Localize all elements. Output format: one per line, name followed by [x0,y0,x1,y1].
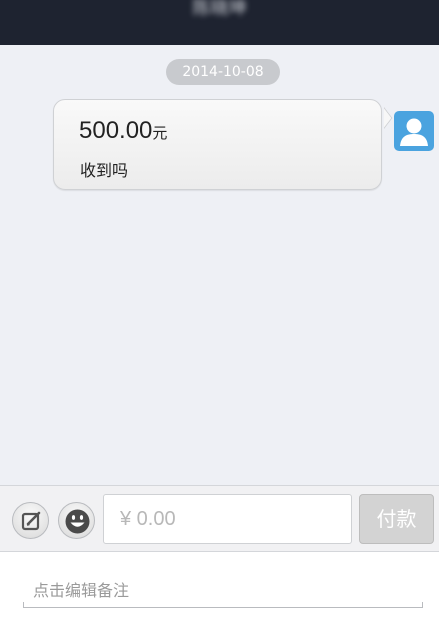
payment-input-bar: ¥ 0.00 付款 [0,485,439,552]
smiley-icon [65,509,90,534]
currency-unit: 元 [152,124,168,142]
payment-amount: 500.00 [79,117,153,144]
remark-area: 点击编辑备注 [0,552,439,624]
contact-name-title: 陈晓坤 [192,0,247,19]
edit-button[interactable] [12,502,49,539]
date-divider: 2014-10-08 [166,59,280,85]
chat-area[interactable]: 2014-10-08 500.00元 收到吗 [0,45,439,485]
payment-amount-row: 500.00元 [79,117,167,145]
remark-input[interactable]: 点击编辑备注 [23,578,423,608]
user-avatar[interactable] [394,111,434,151]
edit-icon [21,511,41,531]
emoji-button[interactable] [58,502,95,539]
top-bar: 陈晓坤 [0,0,439,45]
user-icon [400,118,428,146]
amount-input[interactable]: ¥ 0.00 [103,494,352,544]
pay-button[interactable]: 付款 [359,494,434,544]
message-text: 收到吗 [80,161,129,180]
payment-message-bubble[interactable]: 500.00元 收到吗 [53,99,382,190]
